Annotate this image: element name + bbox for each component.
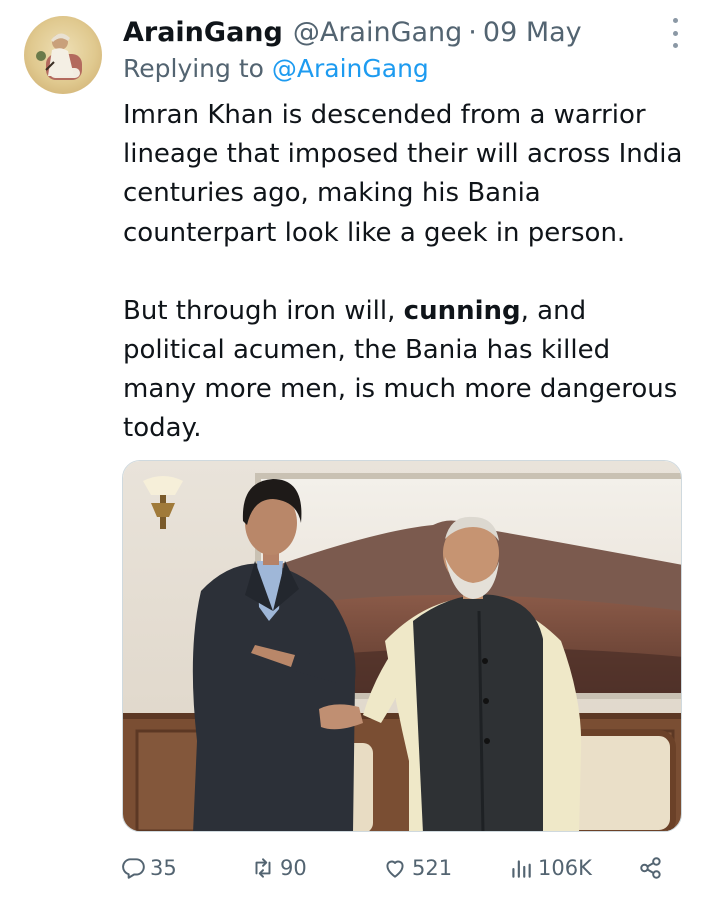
tweet-header: ArainGang @ArainGang · 09 May [123,12,684,52]
separator: · [468,16,477,48]
paragraph-2-start: But through iron will, [123,295,404,326]
avatar[interactable] [24,16,102,94]
reply-icon [122,858,145,879]
tweet-text: Imran Khan is descended from a warrior l… [123,96,688,449]
like-count: 521 [412,856,453,880]
views-icon [512,860,531,878]
share-button[interactable] [638,850,668,886]
display-name[interactable]: ArainGang [123,17,283,48]
share-icon [640,857,661,879]
user-handle[interactable]: @ArainGang [293,17,462,48]
paragraph-2-bold: cunning [403,295,521,326]
tweet-photo[interactable] [122,460,682,832]
replying-to: Replying to @ArainGang [123,54,429,83]
views-count: 106K [538,856,592,880]
tweet-paragraph-2: But through iron will, cunning, and poli… [123,292,688,449]
retweet-button[interactable]: 90 [250,850,307,886]
tweet-paragraph-1: Imran Khan is descended from a warrior l… [123,100,683,248]
action-bar: 35 90 521 106K [120,850,676,886]
more-icon[interactable] [668,18,682,48]
replying-handle-link[interactable]: @ArainGang [272,54,429,83]
retweet-count: 90 [280,856,307,880]
like-button[interactable]: 521 [382,850,452,886]
reply-button[interactable]: 35 [120,850,177,886]
retweet-icon [255,858,271,878]
replying-prefix: Replying to [123,54,264,83]
views-button[interactable]: 106K [508,850,592,886]
photo-image [123,461,681,831]
avatar-image [36,33,82,80]
reply-count: 35 [150,856,177,880]
like-icon [386,860,404,878]
tweet-date[interactable]: 09 May [483,17,582,48]
